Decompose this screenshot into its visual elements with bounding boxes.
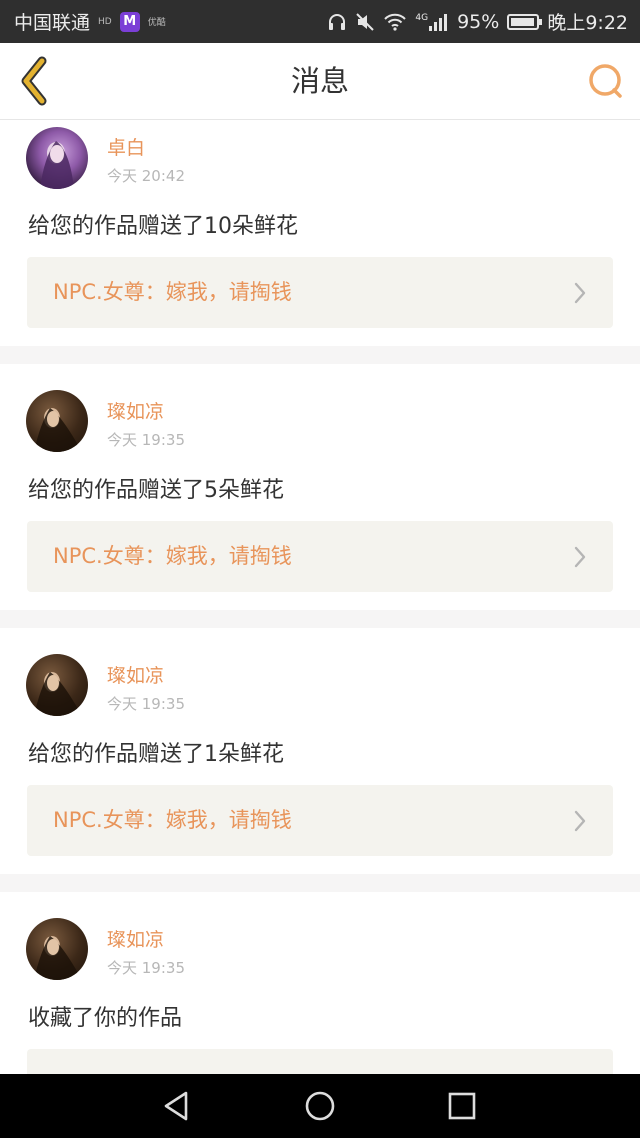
- battery-icon: [507, 13, 543, 30]
- youku-badge: 优酷: [147, 18, 166, 28]
- quoted-work-link[interactable]: NPC.女尊：嫁我，请掏钱: [27, 257, 613, 328]
- recents-square-icon[interactable]: [444, 1088, 480, 1124]
- timestamp: 今天 20:42: [107, 167, 185, 185]
- chevron-right-icon: [574, 282, 586, 304]
- avatar[interactable]: [26, 918, 88, 980]
- timestamp: 今天 19:35: [107, 431, 185, 449]
- message-card[interactable]: 璨如凉 今天 19:35 收藏了你的作品: [0, 892, 640, 1074]
- back-triangle-icon[interactable]: [159, 1088, 195, 1124]
- clock: 晚上9:22: [547, 12, 628, 34]
- avatar-figure: [34, 672, 82, 716]
- hd-badge: HD: [98, 16, 112, 27]
- message-text: 收藏了你的作品: [28, 1006, 183, 1031]
- avatar-figure: [34, 408, 82, 452]
- message-text: 给您的作品赠送了5朵鲜花: [28, 478, 284, 503]
- quoted-work-link[interactable]: NPC.女尊：嫁我，请掏钱: [27, 785, 613, 856]
- message-text: 给您的作品赠送了1朵鲜花: [28, 742, 284, 767]
- message-list: 卓白 今天 20:42 给您的作品赠送了10朵鲜花 NPC.女尊：嫁我，请掏钱 …: [0, 120, 640, 1074]
- message-card[interactable]: 璨如凉 今天 19:35 给您的作品赠送了1朵鲜花 NPC.女尊：嫁我，请掏钱: [0, 628, 640, 874]
- username[interactable]: 璨如凉: [107, 925, 164, 952]
- avatar-figure: [34, 936, 82, 980]
- timestamp: 今天 19:35: [107, 959, 185, 977]
- chevron-right-icon: [574, 546, 586, 568]
- timestamp: 今天 19:35: [107, 695, 185, 713]
- page-title: 消息: [290, 64, 349, 98]
- avatar-figure: [40, 141, 74, 189]
- message-card[interactable]: 卓白 今天 20:42 给您的作品赠送了10朵鲜花 NPC.女尊：嫁我，请掏钱: [0, 120, 640, 346]
- quoted-work-title: NPC.女尊：嫁我，请掏钱: [53, 280, 292, 304]
- home-circle-icon[interactable]: [302, 1088, 338, 1124]
- carrier-label: 中国联通: [14, 12, 91, 34]
- mute-icon: [356, 12, 375, 31]
- app-notification-icon: M: [119, 11, 140, 32]
- status-bar: 中国联通 HD M 优酷 4G 95% 晚上9:22: [0, 0, 640, 43]
- username[interactable]: 璨如凉: [107, 397, 164, 424]
- nav-bar: 消息: [0, 43, 640, 120]
- quoted-work-link[interactable]: [27, 1049, 613, 1074]
- search-icon[interactable]: [586, 61, 626, 101]
- avatar[interactable]: [26, 654, 88, 716]
- chevron-right-icon: [574, 810, 586, 832]
- avatar[interactable]: [26, 390, 88, 452]
- system-nav-bar: [0, 1074, 640, 1138]
- network-type-label: 4G: [415, 12, 429, 23]
- quoted-work-title: NPC.女尊：嫁我，请掏钱: [53, 808, 292, 832]
- wifi-icon: [384, 13, 407, 31]
- message-card[interactable]: 璨如凉 今天 19:35 给您的作品赠送了5朵鲜花 NPC.女尊：嫁我，请掏钱: [0, 364, 640, 610]
- quoted-work-title: NPC.女尊：嫁我，请掏钱: [53, 544, 292, 568]
- username[interactable]: 卓白: [107, 133, 145, 160]
- signal-icon: [429, 13, 448, 31]
- username[interactable]: 璨如凉: [107, 661, 164, 688]
- quoted-work-link[interactable]: NPC.女尊：嫁我，请掏钱: [27, 521, 613, 592]
- avatar[interactable]: [26, 127, 88, 189]
- headphone-icon: [329, 13, 346, 30]
- message-text: 给您的作品赠送了10朵鲜花: [28, 214, 298, 239]
- battery-percent: 95%: [457, 10, 500, 33]
